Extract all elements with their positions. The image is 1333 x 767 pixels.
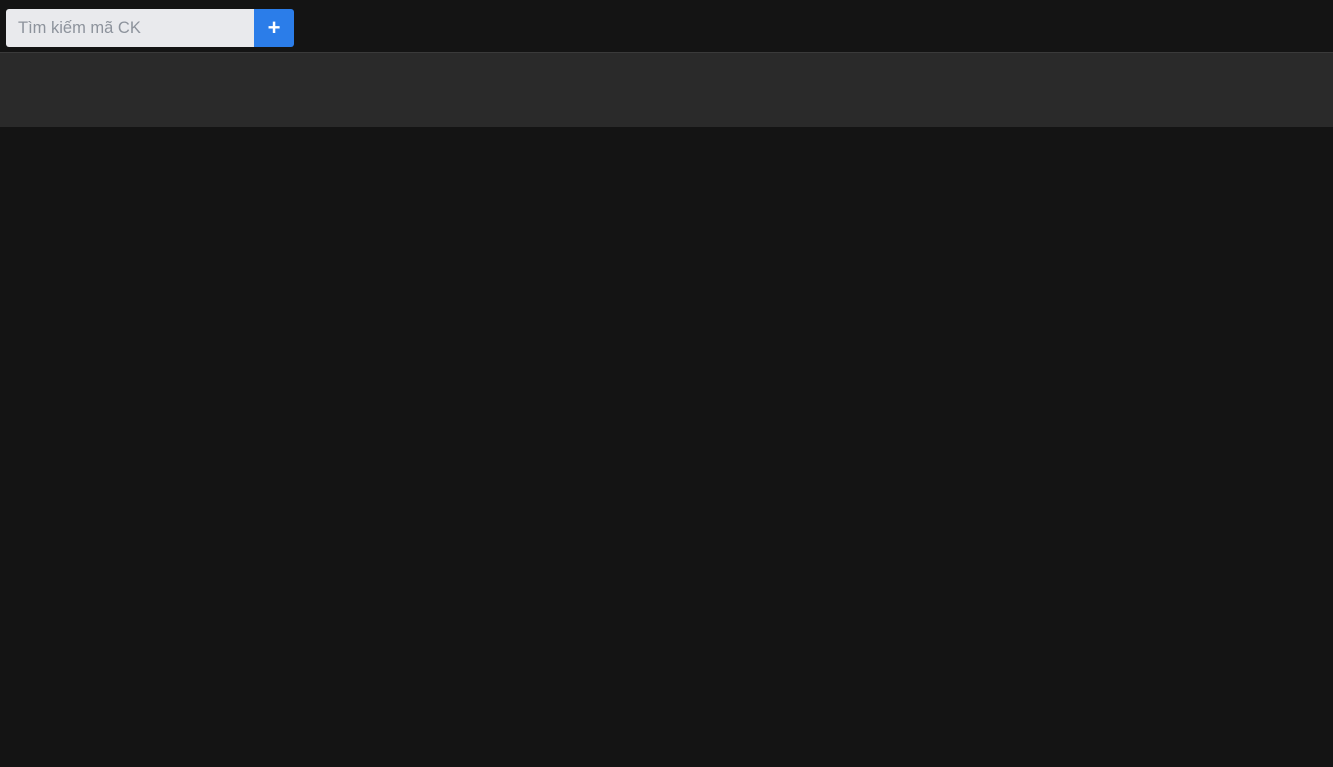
add-symbol-button[interactable]: + — [254, 9, 294, 47]
search-input[interactable] — [6, 9, 254, 47]
top-menu-bar: + — [6, 7, 1333, 49]
price-table-header — [0, 52, 1333, 127]
index-charts-row — [0, 0, 1333, 5]
stock-search: + — [6, 9, 294, 47]
